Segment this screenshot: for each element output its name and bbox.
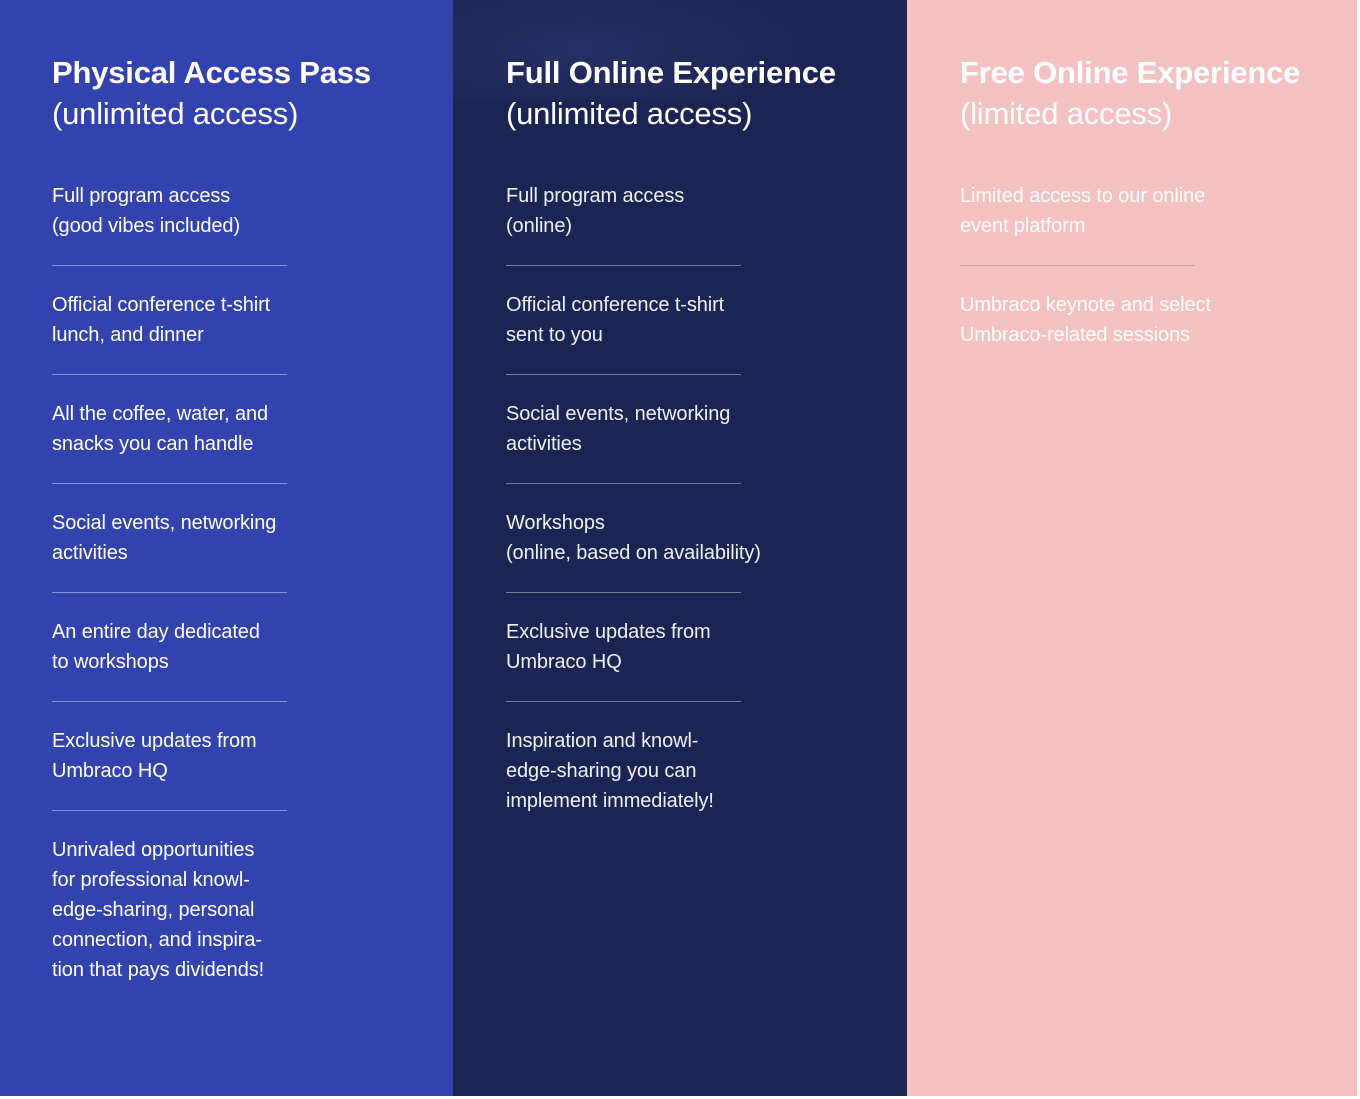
feature-divider: [960, 265, 1195, 266]
tier-title-subtitle: (limited access): [960, 96, 1173, 131]
feature-item: Limited access to our online event platf…: [960, 181, 1357, 266]
feature-item: Full program access (good vibes included…: [52, 181, 453, 266]
tier-title-physical-access-pass: Physical Access Pass (unlimited access): [52, 52, 453, 134]
feature-item-label: Social events, networking activities: [52, 512, 277, 564]
feature-divider: [506, 483, 741, 484]
tier-column-free-online-experience: Free Online Experience (limited access) …: [907, 0, 1357, 1096]
feature-item-label: Full program access (good vibes included…: [52, 185, 241, 237]
feature-item-label: An entire day dedicated to workshops: [52, 621, 260, 673]
feature-item: Umbraco keynote and select Umbraco-relat…: [960, 290, 1357, 350]
feature-divider: [52, 374, 287, 375]
tier-title-main: Free Online Experience: [960, 55, 1301, 90]
feature-item-label: Exclusive updates from Umbraco HQ: [52, 730, 257, 782]
tier-title-subtitle: (unlimited access): [506, 96, 753, 131]
tier-title-full-online-experience: Full Online Experience (unlimited access…: [506, 52, 907, 134]
feature-list-full-online-experience: Full program access (online) Official con…: [506, 181, 907, 816]
feature-item: All the coffee, water, and snacks you ca…: [52, 399, 453, 484]
tier-title-main: Physical Access Pass: [52, 55, 371, 90]
feature-item: Inspiration and knowl- edge-sharing you …: [506, 726, 907, 816]
feature-divider: [52, 483, 287, 484]
feature-item: An entire day dedicated to workshops: [52, 617, 453, 702]
tier-title-main: Full Online Experience: [506, 55, 836, 90]
feature-item: Social events, networking activities: [52, 508, 453, 593]
feature-item: Unrivaled opportunities for professional…: [52, 835, 453, 985]
feature-item-label: Limited access to our online event platf…: [960, 185, 1206, 237]
feature-item-label: Workshops (online, based on availability…: [506, 512, 761, 564]
feature-divider: [506, 701, 741, 702]
feature-divider: [52, 810, 287, 811]
feature-item-label: Unrivaled opportunities for professional…: [52, 839, 265, 981]
tier-title-subtitle: (unlimited access): [52, 96, 299, 131]
feature-divider: [52, 265, 287, 266]
feature-divider: [506, 592, 741, 593]
feature-list-free-online-experience: Limited access to our online event platf…: [960, 181, 1357, 350]
feature-item-label: All the coffee, water, and snacks you ca…: [52, 403, 269, 455]
feature-item: Exclusive updates from Umbraco HQ: [52, 726, 453, 811]
feature-item: Workshops (online, based on availability…: [506, 508, 907, 593]
tier-column-physical-access-pass: Physical Access Pass (unlimited access) …: [0, 0, 453, 1096]
feature-item-label: Social events, networking activities: [506, 403, 731, 455]
feature-item-label: Exclusive updates from Umbraco HQ: [506, 621, 711, 673]
feature-item: Official conference t-shirt sent to you: [506, 290, 907, 375]
tier-title-free-online-experience: Free Online Experience (limited access): [960, 52, 1357, 134]
feature-item-label: Inspiration and knowl- edge-sharing you …: [506, 730, 714, 812]
feature-item: Exclusive updates from Umbraco HQ: [506, 617, 907, 702]
feature-item-label: Full program access (online): [506, 185, 685, 237]
feature-divider: [506, 265, 741, 266]
feature-item: Full program access (online): [506, 181, 907, 266]
feature-item-label: Official conference t-shirt lunch, and d…: [52, 294, 271, 346]
tier-column-full-online-experience: Full Online Experience (unlimited access…: [453, 0, 907, 1096]
feature-divider: [52, 592, 287, 593]
feature-item: Official conference t-shirt lunch, and d…: [52, 290, 453, 375]
feature-item-label: Umbraco keynote and select Umbraco-relat…: [960, 294, 1211, 346]
feature-item-label: Official conference t-shirt sent to you: [506, 294, 725, 346]
pricing-tier-comparison: Physical Access Pass (unlimited access) …: [0, 0, 1360, 1099]
feature-item: Social events, networking activities: [506, 399, 907, 484]
feature-divider: [506, 374, 741, 375]
feature-divider: [52, 701, 287, 702]
feature-list-physical-access-pass: Full program access (good vibes included…: [52, 181, 453, 985]
